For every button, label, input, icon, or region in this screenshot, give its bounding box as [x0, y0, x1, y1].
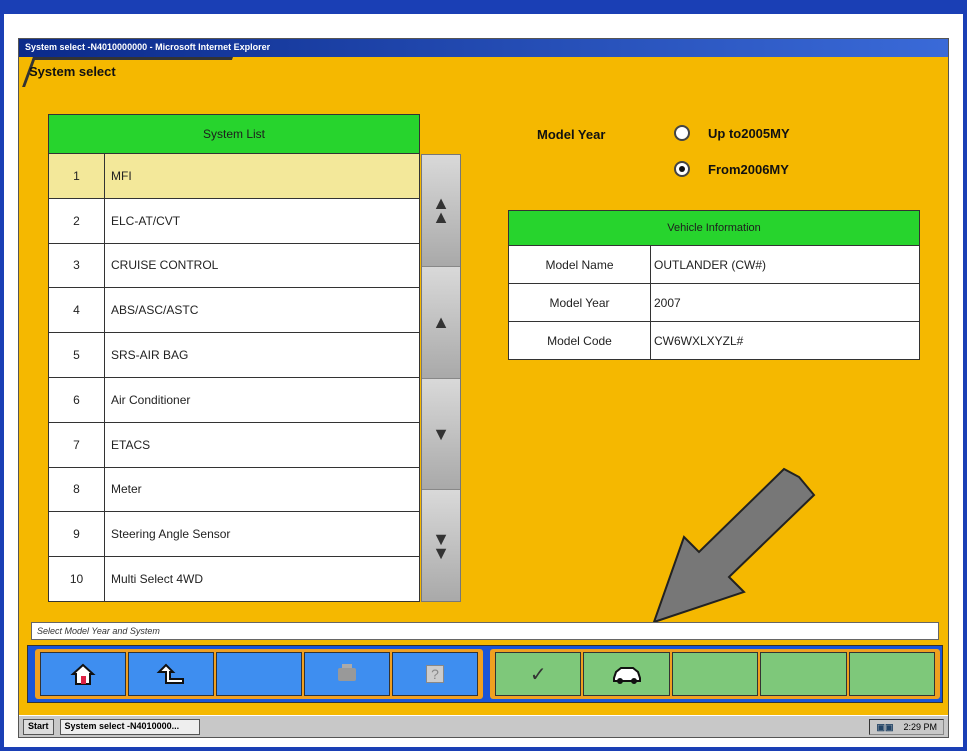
home-button[interactable] — [40, 652, 126, 696]
row-name: MFI — [111, 168, 132, 183]
vehicle-information-table: Vehicle Information Model Name OUTLANDER… — [508, 210, 920, 360]
engine-icon — [338, 664, 356, 681]
row-number: 4 — [49, 288, 105, 333]
engine-button[interactable] — [304, 652, 390, 696]
status-bar: Select Model Year and System — [31, 622, 939, 640]
line-up-button[interactable]: ▲ — [422, 266, 460, 379]
system-row-7[interactable]: 7 ETACS — [48, 422, 420, 468]
system-row-8[interactable]: 8 Meter — [48, 467, 420, 513]
model-year-label: Model Year — [537, 127, 606, 142]
row-number: 2 — [49, 198, 105, 243]
line-down-button[interactable]: ▼ — [422, 378, 460, 491]
table-row: Model Year 2007 — [508, 284, 920, 322]
tray-icons: ▣▣ — [876, 721, 894, 732]
list-scroll-controls: ▲ ▲ ▲ ▼ ▼ ▼ — [421, 154, 461, 602]
page-title: System select — [29, 64, 116, 79]
help-button[interactable]: ? — [392, 652, 478, 696]
row-name: ABS/ASC/ASTC — [111, 303, 199, 318]
row-number: 5 — [49, 333, 105, 377]
system-row-4[interactable]: 4 ABS/ASC/ASTC — [48, 288, 420, 334]
browser-window: System select -N4010000000 - Microsoft I… — [18, 38, 949, 738]
back-arrow-icon — [156, 663, 184, 684]
row-number: 7 — [49, 422, 105, 467]
annotation-arrow-icon — [652, 467, 816, 624]
row-name: CRUISE CONTROL — [111, 258, 219, 273]
row-number: 10 — [49, 557, 105, 601]
radio-button-selected[interactable] — [674, 161, 690, 177]
system-tray: ▣▣ 2:29 PM — [869, 719, 944, 735]
row-number: 1 — [49, 154, 105, 198]
system-list: System List 1 MFI 2 ELC-AT/CVT 3 CRUISE … — [48, 114, 420, 602]
toolbar-empty-button[interactable] — [671, 652, 759, 696]
windows-taskbar: Start System select -N4010000... ▣▣ 2:29… — [19, 715, 948, 737]
toolbar-empty-button[interactable] — [848, 652, 936, 696]
system-row-5[interactable]: 5 SRS-AIR BAG — [48, 333, 420, 378]
vehicle-information-heading: Vehicle Information — [508, 210, 920, 246]
row-name: Steering Angle Sensor — [111, 527, 231, 542]
system-row-6[interactable]: 6 Air Conditioner — [48, 377, 420, 423]
info-value: CW6WXLXYZL# — [654, 333, 744, 348]
info-value: 2007 — [654, 295, 681, 310]
row-name: Meter — [111, 482, 142, 497]
function-toolbar: ? ✓ — [27, 645, 943, 703]
top-band — [0, 0, 967, 14]
system-row-2[interactable]: 2 ELC-AT/CVT — [48, 198, 420, 244]
row-name: Air Conditioner — [111, 392, 191, 407]
page-down-button[interactable]: ▼ ▼ — [422, 490, 460, 601]
model-year-option-up-to-2005[interactable]: Up to2005MY — [674, 125, 790, 141]
row-name: Multi Select 4WD — [111, 572, 204, 587]
radio-label: Up to2005MY — [708, 125, 790, 141]
row-name: SRS-AIR BAG — [111, 348, 189, 363]
info-key: Model Code — [509, 322, 651, 359]
radio-label: From2006MY — [708, 161, 789, 177]
model-year-option-from-2006[interactable]: From2006MY — [674, 161, 789, 177]
system-row-10[interactable]: 10 Multi Select 4WD — [48, 557, 420, 602]
window-title: System select -N4010000000 - Microsoft I… — [19, 39, 948, 57]
system-row-1[interactable]: 1 MFI — [48, 154, 420, 199]
row-name: ELC-AT/CVT — [111, 213, 181, 228]
clock: 2:29 PM — [903, 722, 937, 732]
system-row-9[interactable]: 9 Steering Angle Sensor — [48, 512, 420, 558]
row-number: 3 — [49, 243, 105, 288]
row-number: 6 — [49, 377, 105, 422]
info-key: Model Name — [509, 246, 651, 283]
back-button[interactable] — [128, 652, 214, 696]
row-number: 8 — [49, 467, 105, 512]
vehicle-button[interactable] — [583, 652, 670, 696]
up-triangle-icon: ▲ — [432, 207, 450, 228]
car-icon — [612, 667, 641, 684]
ok-button[interactable]: ✓ — [495, 652, 582, 696]
toolbar-empty-button[interactable] — [760, 652, 847, 696]
row-name: ETACS — [111, 437, 151, 452]
down-triangle-icon: ▼ — [432, 542, 450, 563]
system-list-heading: System List — [48, 114, 420, 154]
table-row: Model Code CW6WXLXYZL# — [508, 322, 920, 360]
toolbar-right-group: ✓ — [490, 649, 940, 699]
toolbar-left-group: ? — [35, 649, 483, 699]
home-icon — [70, 663, 96, 685]
help-icon: ? — [426, 665, 444, 683]
taskbar-item[interactable]: System select -N4010000... — [59, 718, 200, 735]
info-value: OUTLANDER (CW#) — [654, 257, 767, 272]
down-triangle-icon: ▼ — [432, 423, 450, 444]
check-icon: ✓ — [529, 663, 547, 686]
row-number: 9 — [49, 512, 105, 557]
page-up-button[interactable]: ▲ ▲ — [422, 155, 460, 267]
toolbar-empty-button[interactable] — [216, 652, 302, 696]
info-key: Model Year — [509, 284, 651, 321]
up-triangle-icon: ▲ — [432, 312, 450, 333]
radio-button[interactable] — [674, 125, 690, 141]
start-button[interactable]: Start — [23, 718, 54, 735]
system-row-3[interactable]: 3 CRUISE CONTROL — [48, 243, 420, 289]
table-row: Model Name OUTLANDER (CW#) — [508, 246, 920, 284]
